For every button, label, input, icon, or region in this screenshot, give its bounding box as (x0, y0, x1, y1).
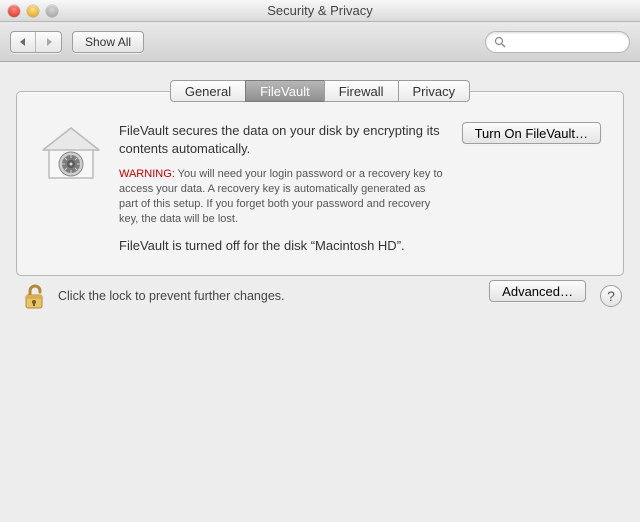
back-button[interactable] (11, 32, 36, 52)
tab-general[interactable]: General (170, 80, 246, 102)
tab-panel: FileVault secures the data on your disk … (16, 91, 624, 276)
tab-filevault[interactable]: FileVault (245, 80, 325, 102)
warning-label: WARNING: (119, 168, 175, 180)
tab-firewall[interactable]: Firewall (324, 80, 399, 102)
triangle-right-icon (44, 37, 54, 47)
nav-segment (10, 31, 62, 53)
triangle-left-icon (18, 37, 28, 47)
traffic-lights (8, 5, 58, 17)
filevault-headline: FileVault secures the data on your disk … (119, 122, 446, 157)
tab-bar: General FileVault Firewall Privacy (16, 80, 624, 102)
footer: Click the lock to prevent further change… (16, 276, 624, 312)
forward-button[interactable] (36, 32, 61, 52)
help-button[interactable]: ? (600, 285, 622, 307)
tab-privacy[interactable]: Privacy (398, 80, 471, 102)
toolbar: Show All (0, 22, 640, 62)
search-input[interactable] (510, 34, 621, 50)
lock-icon[interactable] (18, 280, 50, 312)
titlebar: Security & Privacy (0, 0, 640, 22)
zoom-window-button[interactable] (46, 5, 58, 17)
filevault-icon (39, 122, 103, 253)
lock-text: Click the lock to prevent further change… (58, 289, 481, 303)
search-field[interactable] (485, 31, 630, 53)
minimize-window-button[interactable] (27, 5, 39, 17)
window-title: Security & Privacy (0, 3, 640, 18)
main-area: General FileVault Firewall Privacy (0, 62, 640, 522)
filevault-status: FileVault is turned off for the disk “Ma… (119, 238, 446, 253)
filevault-warning: WARNING: You will need your login passwo… (119, 167, 446, 226)
close-window-button[interactable] (8, 5, 20, 17)
advanced-button[interactable]: Advanced… (489, 280, 586, 302)
search-icon (494, 36, 506, 48)
turn-on-filevault-button[interactable]: Turn On FileVault… (462, 122, 601, 144)
show-all-button[interactable]: Show All (72, 31, 144, 53)
